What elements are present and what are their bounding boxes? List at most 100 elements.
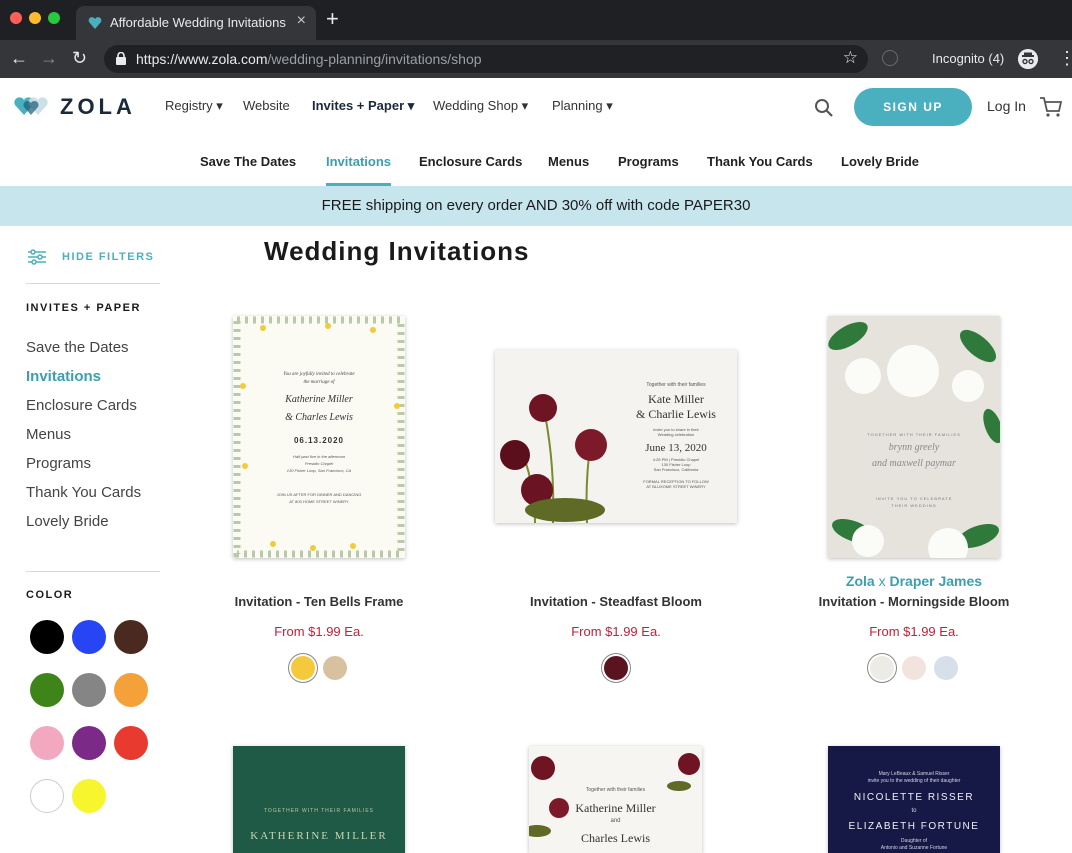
color-option-yellow[interactable] bbox=[291, 656, 315, 680]
window-minimize-button[interactable] bbox=[29, 12, 41, 24]
logo-wordmark: ZOLA bbox=[60, 94, 136, 119]
nav-invites-paper[interactable]: Invites + Paper ▾ bbox=[312, 98, 414, 114]
category-heading: INVITES + PAPER bbox=[26, 302, 141, 314]
product-price: From $1.99 Ea. bbox=[274, 624, 364, 639]
card-name-line: Kate Miller bbox=[648, 392, 704, 406]
product-image-morningside-bloom[interactable]: TOGETHER WITH THEIR FAMILIES brynn greel… bbox=[828, 316, 1000, 558]
incognito-label[interactable]: Incognito (4) bbox=[932, 51, 1004, 66]
card-text-line: Presidio Chapel bbox=[304, 461, 334, 466]
color-swatch-red[interactable] bbox=[114, 726, 148, 760]
log-in-link[interactable]: Log In bbox=[987, 98, 1026, 114]
card-text-line: AT 803 HOME STREET WINERY bbox=[289, 499, 349, 504]
color-option-tan[interactable] bbox=[323, 656, 347, 680]
sidebar-invitations[interactable]: Invitations bbox=[26, 368, 101, 385]
cart-icon[interactable] bbox=[1039, 96, 1063, 118]
card-text-line: JOIN US AFTER FOR DINNER AND DANCING bbox=[276, 492, 362, 497]
tab-title: Affordable Wedding Invitations bbox=[110, 15, 286, 30]
card-name-line: ELIZABETH FORTUNE bbox=[848, 821, 980, 832]
browser-toolbar: ← → ↻ https://www.zola.com/wedding-plann… bbox=[0, 40, 1072, 78]
card-text-line: TOGETHER WITH THEIR FAMILIES bbox=[867, 432, 961, 437]
color-swatch-pink[interactable] bbox=[30, 726, 64, 760]
sidebar-enclosure-cards[interactable]: Enclosure Cards bbox=[26, 397, 137, 414]
color-swatch-green[interactable] bbox=[30, 673, 64, 707]
card-text-line: TOGETHER WITH THEIR FAMILIES bbox=[263, 808, 375, 814]
card-text-line: the marriage of bbox=[303, 380, 335, 385]
search-icon[interactable] bbox=[814, 98, 834, 118]
zola-favicon-icon bbox=[88, 17, 102, 29]
card-name-line: brynn greely bbox=[888, 442, 940, 453]
product-name[interactable]: Invitation - Steadfast Bloom bbox=[515, 594, 717, 609]
new-tab-button[interactable]: + bbox=[326, 8, 339, 30]
card-text-line: invite you to the wedding of their daugh… bbox=[867, 778, 961, 784]
sidebar-divider bbox=[26, 571, 160, 572]
browser-menu-icon[interactable]: ⋮ bbox=[1058, 48, 1072, 68]
site-header: ZOLA Registry ▾ Website Invites + Paper … bbox=[0, 78, 1072, 134]
extension-icon[interactable] bbox=[882, 50, 898, 66]
color-swatch-blue[interactable] bbox=[72, 620, 106, 654]
nav-planning[interactable]: Planning ▾ bbox=[552, 98, 613, 114]
subnav-thank-you-cards[interactable]: Thank You Cards bbox=[707, 154, 813, 169]
product-price: From $1.99 Ea. bbox=[571, 624, 661, 639]
card-text-line: Together with their families bbox=[585, 787, 646, 793]
reload-icon[interactable]: ↻ bbox=[72, 48, 87, 68]
product-image-row2-1[interactable]: TOGETHER WITH THEIR FAMILIES KATHERINE M… bbox=[233, 746, 405, 853]
color-swatch-yellow[interactable] bbox=[72, 779, 106, 813]
card-name-line: Charles Lewis bbox=[581, 831, 650, 845]
bookmark-star-icon[interactable]: ☆ bbox=[843, 48, 858, 68]
color-swatch-white[interactable] bbox=[30, 779, 64, 813]
color-swatch-gray[interactable] bbox=[72, 673, 106, 707]
window-zoom-button[interactable] bbox=[48, 12, 60, 24]
incognito-icon[interactable] bbox=[1018, 49, 1038, 69]
card-name-line: KATHERINE MILLER bbox=[250, 830, 388, 842]
sidebar-menus[interactable]: Menus bbox=[26, 426, 71, 443]
address-bar[interactable]: https://www.zola.com/wedding-planning/in… bbox=[104, 45, 868, 73]
product-name[interactable]: Invitation - Ten Bells Frame bbox=[218, 594, 420, 609]
subnav-lovely-bride[interactable]: Lovely Bride bbox=[841, 154, 919, 169]
magnolia-illustration bbox=[828, 322, 1000, 558]
product-image-row2-2[interactable]: Together with their families Katherine M… bbox=[529, 746, 702, 853]
color-swatch-black[interactable] bbox=[30, 620, 64, 654]
nav-website[interactable]: Website bbox=[243, 98, 290, 113]
card-text-line: Daughter of bbox=[900, 838, 928, 844]
color-option-burgundy[interactable] bbox=[604, 656, 628, 680]
subnav-menus[interactable]: Menus bbox=[548, 154, 589, 169]
color-option-ivory[interactable] bbox=[870, 656, 894, 680]
sidebar-lovely-bride[interactable]: Lovely Bride bbox=[26, 513, 109, 530]
color-option-light-blue[interactable] bbox=[934, 656, 958, 680]
card-text-line: San Francisco, California bbox=[653, 467, 699, 472]
subnav-enclosure-cards[interactable]: Enclosure Cards bbox=[419, 154, 522, 169]
card-name-line: NICOLETTE RISSER bbox=[853, 792, 975, 803]
zola-hearts-icon bbox=[14, 97, 48, 115]
color-swatch-orange[interactable] bbox=[114, 673, 148, 707]
product-name[interactable]: Invitation - Morningside Bloom bbox=[813, 594, 1015, 609]
sidebar-thank-you-cards[interactable]: Thank You Cards bbox=[26, 484, 141, 501]
brand-collab-label[interactable]: Zola x Draper James bbox=[813, 573, 1015, 589]
card-text-line: You are joyfully invited to celebrate bbox=[283, 372, 355, 377]
card-text-line: Wedding celebration bbox=[657, 432, 695, 437]
product-image-steadfast-bloom[interactable]: Together with their families Kate Miller… bbox=[495, 350, 737, 523]
sidebar-save-the-dates[interactable]: Save the Dates bbox=[26, 339, 129, 356]
card-name-line: Katherine Miller bbox=[575, 801, 656, 815]
color-option-blush[interactable] bbox=[902, 656, 926, 680]
tab-close-icon[interactable]: × bbox=[297, 12, 306, 30]
subnav-save-the-dates[interactable]: Save The Dates bbox=[200, 154, 296, 169]
window-close-button[interactable] bbox=[10, 12, 22, 24]
card-text-line: THEIR WEDDING bbox=[891, 503, 937, 508]
product-image-row2-3[interactable]: Mary LeBeaux & Samuel Risser invite you … bbox=[828, 746, 1000, 853]
color-swatch-brown[interactable] bbox=[114, 620, 148, 654]
sliders-icon bbox=[28, 249, 46, 265]
card-date: June 13, 2020 bbox=[645, 442, 707, 454]
color-swatch-purple[interactable] bbox=[72, 726, 106, 760]
back-arrow-icon[interactable]: ← bbox=[10, 48, 28, 68]
card-date: 06.13.2020 bbox=[293, 436, 345, 445]
product-image-ten-bells-frame[interactable]: You are joyfully invited to celebrate th… bbox=[233, 316, 405, 558]
card-text-line: Antonio and Suzanne Fortune bbox=[880, 845, 948, 851]
nav-registry[interactable]: Registry ▾ bbox=[165, 98, 223, 114]
subnav-programs[interactable]: Programs bbox=[618, 154, 679, 169]
sidebar-programs[interactable]: Programs bbox=[26, 455, 91, 472]
sign-up-button[interactable]: SIGN UP bbox=[854, 88, 972, 126]
nav-wedding-shop[interactable]: Wedding Shop ▾ bbox=[433, 98, 528, 114]
browser-tab[interactable]: Affordable Wedding Invitations × bbox=[76, 6, 316, 40]
forward-arrow-icon[interactable]: → bbox=[40, 48, 58, 68]
subnav-invitations[interactable]: Invitations bbox=[326, 154, 391, 169]
